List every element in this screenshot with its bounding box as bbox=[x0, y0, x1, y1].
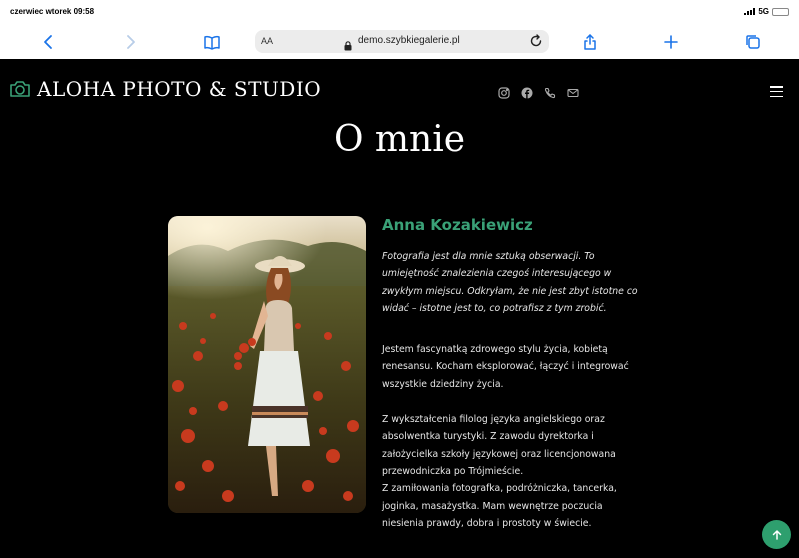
chevron-left-icon[interactable] bbox=[36, 29, 62, 55]
menu-button[interactable] bbox=[770, 86, 783, 97]
brand-logo[interactable]: ALOHA PHOTO & STUDIO bbox=[9, 77, 321, 101]
status-indicators: 5G bbox=[744, 7, 789, 16]
mail-icon[interactable] bbox=[567, 84, 579, 98]
arrow-up-icon bbox=[772, 529, 781, 540]
social-links bbox=[498, 84, 579, 99]
url-text[interactable]: demo.szybkiegalerie.pl bbox=[358, 35, 460, 46]
brand-name: ALOHA PHOTO & STUDIO bbox=[37, 77, 322, 101]
bio-section: Anna Kozakiewicz Fotografia jest dla mni… bbox=[382, 216, 642, 532]
bio-quote: Fotografia jest dla mnie sztuką obserwac… bbox=[382, 251, 638, 314]
signal-icon bbox=[744, 8, 756, 15]
bio-paragraph: Z wykształcenia filolog języka angielski… bbox=[382, 414, 616, 477]
lock-icon bbox=[344, 36, 352, 55]
bio-paragraph: Z zamiłowania fotografka, podróżniczka, … bbox=[382, 483, 617, 529]
book-icon[interactable] bbox=[199, 29, 225, 55]
chevron-right-icon[interactable] bbox=[117, 29, 143, 55]
profile-photo bbox=[168, 216, 366, 513]
person-name: Anna Kozakiewicz bbox=[382, 216, 533, 234]
instagram-icon[interactable] bbox=[498, 84, 510, 99]
status-time: czerwiec wtorek 09:58 bbox=[10, 7, 95, 16]
text-size-button[interactable]: AA bbox=[261, 36, 273, 46]
network-label: 5G bbox=[758, 7, 769, 16]
website: ALOHA PHOTO & STUDIO O mnie Anna Kozakie… bbox=[0, 59, 799, 558]
browser-toolbar: AA demo.szybkiegalerie.pl bbox=[0, 24, 799, 59]
page-title: O mnie bbox=[333, 119, 466, 160]
plus-icon[interactable] bbox=[658, 29, 684, 55]
share-icon[interactable] bbox=[577, 29, 603, 55]
address-bar[interactable]: AA demo.szybkiegalerie.pl bbox=[255, 30, 549, 53]
reload-icon[interactable] bbox=[528, 33, 544, 49]
woman-in-poppy-field-image bbox=[168, 216, 366, 513]
camera-icon bbox=[10, 81, 30, 97]
scroll-to-top-button[interactable] bbox=[762, 520, 791, 549]
bio-paragraph: Jestem fascynatką zdrowego stylu życia, … bbox=[382, 344, 629, 390]
phone-icon[interactable] bbox=[544, 84, 556, 99]
tabs-icon[interactable] bbox=[740, 29, 766, 55]
status-bar: czerwiec wtorek 09:58 5G bbox=[0, 0, 799, 24]
facebook-icon[interactable] bbox=[521, 84, 533, 99]
battery-icon bbox=[772, 7, 789, 16]
